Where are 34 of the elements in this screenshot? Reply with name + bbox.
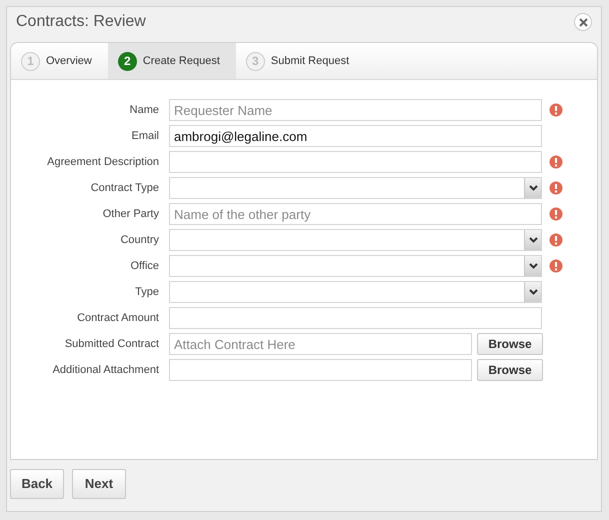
field-label: Country bbox=[119, 232, 160, 248]
field-label: Email bbox=[130, 128, 160, 144]
field-label: Additional Attachment bbox=[52, 362, 160, 378]
dropdown-field[interactable] bbox=[169, 229, 542, 251]
field-label: Contract Amount bbox=[76, 310, 160, 326]
field-label: Office bbox=[129, 258, 160, 274]
step-label: Create Request bbox=[142, 54, 220, 69]
close-button[interactable] bbox=[574, 13, 592, 31]
text-field[interactable]: ambrogi@legaline.com bbox=[169, 125, 542, 147]
dropdown-field[interactable] bbox=[169, 281, 542, 303]
nav-button[interactable]: Next bbox=[72, 469, 126, 499]
dropdown-field[interactable] bbox=[169, 177, 542, 199]
field-label: Name bbox=[128, 102, 160, 118]
text-field[interactable]: Name of the other party bbox=[169, 203, 542, 225]
step-label: Submit Request bbox=[270, 54, 350, 69]
field-label: Submitted Contract bbox=[64, 336, 160, 352]
step-number: 2 bbox=[118, 52, 137, 70]
text-field[interactable]: Requester Name bbox=[169, 99, 542, 121]
browse-button[interactable]: Browse bbox=[477, 359, 543, 381]
field-label: Other Party bbox=[102, 206, 160, 222]
field-label: Agreement Description bbox=[46, 154, 160, 170]
nav-button[interactable]: Back bbox=[10, 469, 64, 499]
text-field[interactable] bbox=[169, 307, 542, 329]
step-label: Overview bbox=[46, 54, 92, 69]
text-field[interactable] bbox=[169, 151, 542, 173]
file-field[interactable] bbox=[169, 359, 472, 381]
field-label: Type bbox=[134, 284, 160, 300]
window-title: Contracts: Review bbox=[16, 12, 146, 32]
dropdown-field[interactable] bbox=[169, 255, 542, 277]
close-icon bbox=[578, 18, 588, 26]
file-field[interactable]: Attach Contract Here bbox=[169, 333, 472, 355]
browse-button[interactable]: Browse bbox=[477, 333, 543, 355]
field-label: Contract Type bbox=[90, 180, 160, 196]
wizard-step[interactable]: 2 Create Request bbox=[108, 43, 236, 79]
